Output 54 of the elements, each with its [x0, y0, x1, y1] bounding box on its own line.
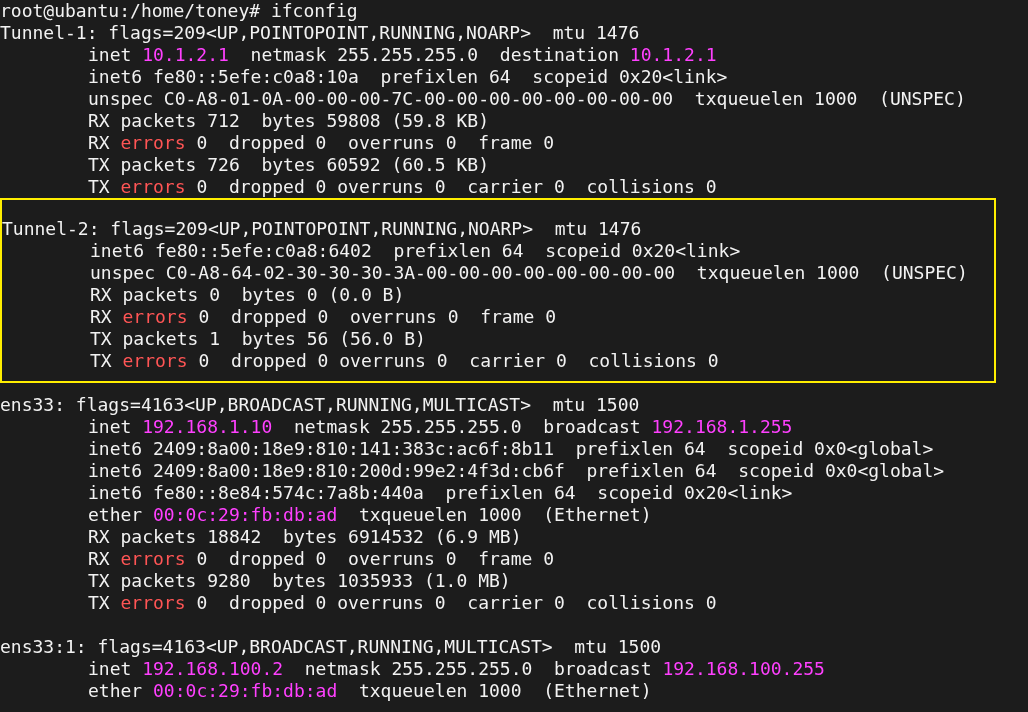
terminal-text: ens33: flags=4163<UP,BROADCAST,RUNNING,MULTICAST> mtu 1500	[0, 394, 640, 415]
terminal-text: RX packets 18842 bytes 6914532 (6.9 MB)	[88, 526, 522, 547]
terminal-text: ether	[88, 504, 144, 525]
address-text: 10.1.2.1	[629, 44, 717, 65]
terminal-text: RX	[88, 548, 111, 569]
terminal-text: inet6 2409:8a00:18e9:810:200d:99e2:4f3d:cb6f prefixlen 64 scopeid 0x0<global>	[88, 460, 945, 481]
terminal-text: RX	[90, 306, 113, 327]
address-text: 192.168.1.255	[651, 416, 793, 437]
terminal-text: 0 dropped 0 overruns 0 carrier 0 collisions 0	[195, 176, 717, 197]
terminal-text: root@ubantu:/home/toney# ifconfig	[0, 0, 358, 21]
terminal-text: 0 dropped 0 overruns 0 frame 0	[197, 306, 556, 327]
terminal-text: inet	[88, 658, 133, 679]
terminal-text: 0 dropped 0 overruns 0 frame 0	[195, 132, 554, 153]
terminal-text: TX packets 9280 bytes 1035933 (1.0 MB)	[88, 570, 511, 591]
terminal-text: Tunnel-2: flags=209<UP,POINTOPOINT,RUNNING,NOARP> mtu 1476	[2, 218, 642, 239]
error-keyword: errors	[120, 176, 186, 197]
terminal-text: 0 dropped 0 overruns 0 carrier 0 collisions 0	[195, 592, 717, 613]
terminal-text: inet6 fe80::5efe:c0a8:6402 prefixlen 64 scopeid 0x20<link>	[90, 240, 741, 261]
error-keyword: errors	[120, 592, 186, 613]
error-keyword: errors	[122, 350, 188, 371]
terminal-text: 0 dropped 0 overruns 0 frame 0	[195, 548, 554, 569]
terminal-text: netmask 255.255.255.0 broadcast	[303, 658, 653, 679]
address-text: 192.168.100.2	[142, 658, 284, 679]
terminal-text: ens33:1: flags=4163<UP,BROADCAST,RUNNING,MULTICAST> mtu 1500	[0, 636, 662, 657]
terminal-text: txqueuelen 1000 (Ethernet)	[357, 680, 652, 701]
terminal-text: TX	[90, 350, 113, 371]
error-keyword: errors	[122, 306, 188, 327]
terminal-text: ether	[88, 680, 144, 701]
terminal-text: TX packets 1 bytes 56 (56.0 B)	[90, 328, 426, 349]
terminal-text: 0 dropped 0 overruns 0 carrier 0 collisions 0	[197, 350, 719, 371]
terminal-text: netmask 255.255.255.0 broadcast	[292, 416, 642, 437]
terminal-text: RX	[88, 132, 111, 153]
error-keyword: errors	[120, 132, 186, 153]
terminal-text: TX packets 726 bytes 60592 (60.5 KB)	[88, 154, 489, 175]
terminal-text: RX packets 712 bytes 59808 (59.8 KB)	[88, 110, 489, 131]
address-text: 00:0c:29:fb:db:ad	[153, 504, 338, 525]
terminal-text: txqueuelen 1000 (Ethernet)	[357, 504, 652, 525]
terminal-text: Tunnel-1: flags=209<UP,POINTOPOINT,RUNNING,NOARP> mtu 1476	[0, 22, 640, 43]
terminal-text: netmask 255.255.255.0 destination	[249, 44, 621, 65]
address-text: 192.168.100.255	[662, 658, 825, 679]
terminal-text: TX	[88, 176, 111, 197]
terminal-text: inet6 fe80::5efe:c0a8:10a prefixlen 64 scopeid 0x20<link>	[88, 66, 728, 87]
address-text: 00:0c:29:fb:db:ad	[153, 680, 338, 701]
terminal-text: inet6 fe80::8e84:574c:7a8b:440a prefixlen 64 scopeid 0x20<link>	[88, 482, 793, 503]
address-text: 10.1.2.1	[142, 44, 229, 65]
error-keyword: errors	[120, 548, 186, 569]
terminal-text: inet	[88, 416, 133, 437]
address-text: 192.168.1.10	[142, 416, 273, 437]
terminal-text: unspec C0-A8-01-0A-00-00-00-7C-00-00-00-00-00-00-00-00 txqueuelen 1000 (UNSPEC)	[88, 88, 966, 109]
terminal-text: inet	[88, 44, 133, 65]
terminal-text: TX	[88, 592, 111, 613]
terminal-text: inet6 2409:8a00:18e9:810:141:383c:ac6f:8b11 prefixlen 64 scopeid 0x0<global>	[88, 438, 934, 459]
terminal-text: RX packets 0 bytes 0 (0.0 B)	[90, 284, 405, 305]
terminal-text: unspec C0-A8-64-02-30-30-30-3A-00-00-00-00-00-00-00-00 txqueuelen 1000 (UNSPEC)	[90, 262, 968, 283]
